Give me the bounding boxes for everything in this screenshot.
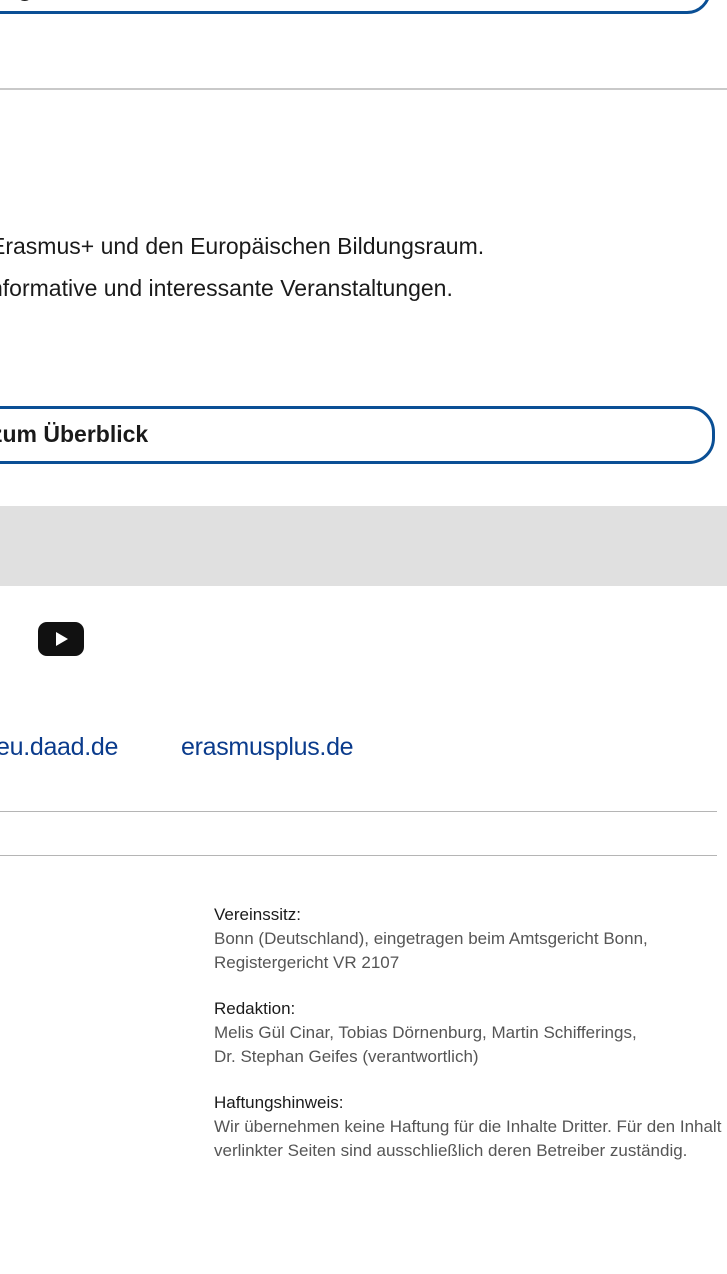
erasmusplus-link[interactable]: erasmusplus.de (181, 733, 354, 762)
footer-divider (0, 811, 717, 812)
play-icon (56, 632, 68, 646)
imprint-seat: Vereinssitz: Bonn (Deutschland), eingetr… (214, 903, 724, 975)
overview-button-label: zum Überblick (0, 421, 149, 447)
imprint-liability-label: Haftungshinweis: (214, 1093, 344, 1112)
imprint-editorial-line: Melis Gül Cinar, Tobias Dörnenburg, Mart… (214, 1023, 637, 1042)
section-divider (0, 88, 727, 90)
eu-daad-link[interactable]: eu.daad.de (0, 733, 118, 762)
imprint-liability-line: Wir übernehmen keine Haftung für die Inh… (214, 1117, 722, 1136)
imprint: Vereinssitz: Bonn (Deutschland), eingetr… (214, 903, 724, 1185)
imprint-editorial-label: Redaktion: (214, 999, 296, 1018)
imprint-editorial: Redaktion: Melis Gül Cinar, Tobias Dörne… (214, 997, 724, 1069)
intro-line: nformative und interessante Veranstaltun… (0, 275, 453, 301)
footer-band (0, 506, 727, 586)
footer-divider (0, 855, 717, 856)
imprint-liability: Haftungshinweis: Wir übernehmen keine Ha… (214, 1091, 724, 1163)
imprint-seat-label: Vereinssitz: (214, 905, 301, 924)
newsletter-page: ng Erasmus+ und den Europäischen Bildung… (0, 0, 727, 1274)
youtube-icon[interactable] (38, 622, 84, 656)
imprint-seat-line: Registergericht VR 2107 (214, 953, 400, 972)
imprint-seat-line: Bonn (Deutschland), eingetragen beim Amt… (214, 929, 648, 948)
overview-button[interactable]: zum Überblick (0, 406, 715, 464)
top-cta-label: ng (3, 0, 32, 3)
top-cta-button[interactable]: ng (0, 0, 711, 14)
imprint-liability-line: verlinkter Seiten sind ausschließlich de… (214, 1141, 688, 1160)
imprint-editorial-line: Dr. Stephan Geifes (verantwortlich) (214, 1047, 479, 1066)
intro-text: Erasmus+ und den Europäischen Bildungsra… (0, 225, 727, 309)
intro-line: Erasmus+ und den Europäischen Bildungsra… (0, 233, 485, 259)
